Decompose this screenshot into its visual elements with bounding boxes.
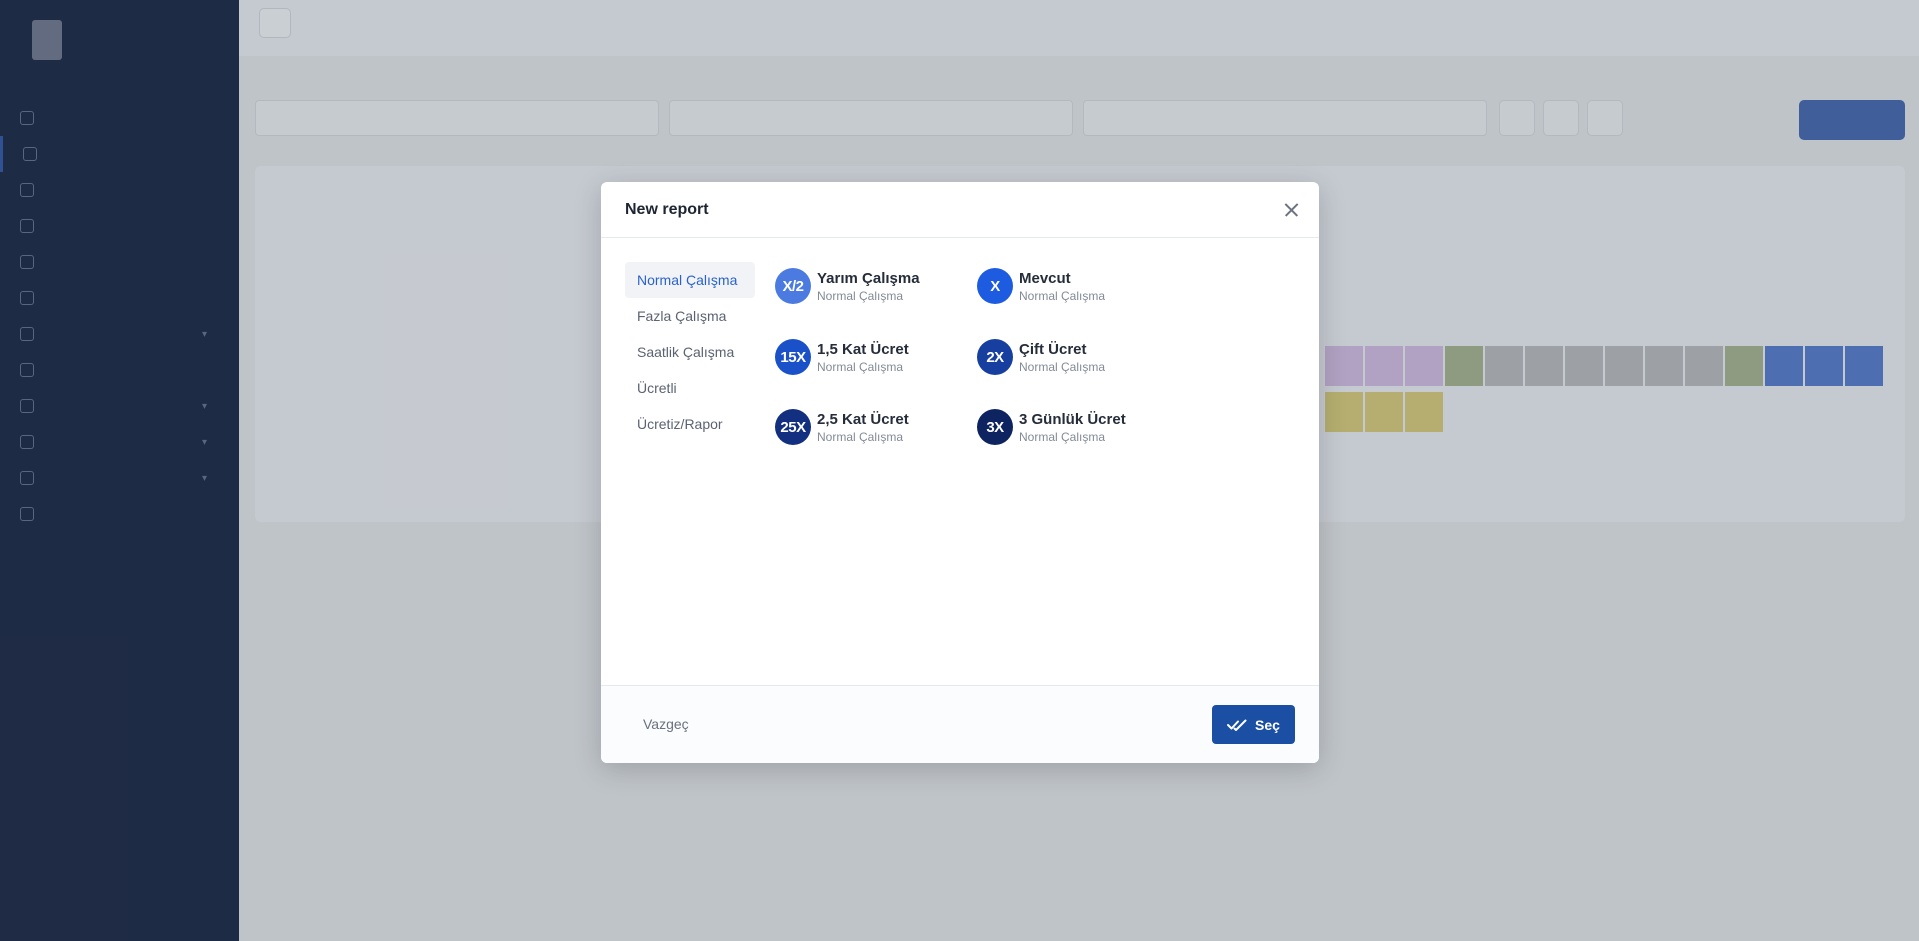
report-type-tabs: Normal Çalışma Fazla Çalışma Saatlik Çal… [625, 262, 755, 442]
select-button-label: Seç [1255, 716, 1280, 733]
option-subtitle: Normal Çalışma [1019, 359, 1106, 374]
option-subtitle: Normal Çalışma [1019, 429, 1106, 444]
option-badge: 15X [775, 339, 811, 375]
close-icon[interactable] [1279, 198, 1303, 222]
modal-footer: Vazgeç Seç [601, 685, 1319, 763]
double-check-icon [1227, 719, 1247, 731]
option-subtitle: Normal Çalışma [817, 288, 904, 303]
option-title: Mevcut [1019, 269, 1071, 287]
option-title: 3 Günlük Ücret [1019, 410, 1126, 428]
option-1-5-kat-ucret[interactable]: 15X 1,5 Kat Ücret Normal Çalışma [775, 337, 975, 377]
tab-ucretli[interactable]: Ücretli [625, 370, 755, 406]
select-button[interactable]: Seç [1212, 705, 1295, 744]
option-mevcut[interactable]: X Mevcut Normal Çalışma [977, 266, 1177, 306]
tab-saatlik-calisma[interactable]: Saatlik Çalışma [625, 334, 755, 370]
option-badge: 25X [775, 409, 811, 445]
tab-fazla-calisma[interactable]: Fazla Çalışma [625, 298, 755, 334]
option-3-gunluk-ucret[interactable]: 3X 3 Günlük Ücret Normal Çalışma [977, 407, 1177, 447]
modal-title: New report [625, 201, 709, 218]
option-subtitle: Normal Çalışma [817, 359, 904, 374]
option-title: Çift Ücret [1019, 340, 1087, 358]
new-report-modal: New report Normal Çalışma Fazla Çalışma … [601, 182, 1319, 763]
option-cift-ucret[interactable]: 2X Çift Ücret Normal Çalışma [977, 337, 1177, 377]
option-badge: 3X [977, 409, 1013, 445]
option-title: 2,5 Kat Ücret [817, 410, 909, 428]
option-badge: X [977, 268, 1013, 304]
cancel-button[interactable]: Vazgeç [643, 716, 689, 732]
modal-header: New report [601, 182, 1319, 238]
option-subtitle: Normal Çalışma [1019, 288, 1106, 303]
option-title: Yarım Çalışma [817, 269, 920, 287]
option-subtitle: Normal Çalışma [817, 429, 904, 444]
option-badge: 2X [977, 339, 1013, 375]
option-title: 1,5 Kat Ücret [817, 340, 909, 358]
option-yarim-calisma[interactable]: X/2 Yarım Çalışma Normal Çalışma [775, 266, 975, 306]
tab-ucretiz-rapor[interactable]: Ücretiz/Rapor [625, 406, 755, 442]
option-2-5-kat-ucret[interactable]: 25X 2,5 Kat Ücret Normal Çalışma [775, 407, 975, 447]
tab-normal-calisma[interactable]: Normal Çalışma [625, 262, 755, 298]
option-badge: X/2 [775, 268, 811, 304]
